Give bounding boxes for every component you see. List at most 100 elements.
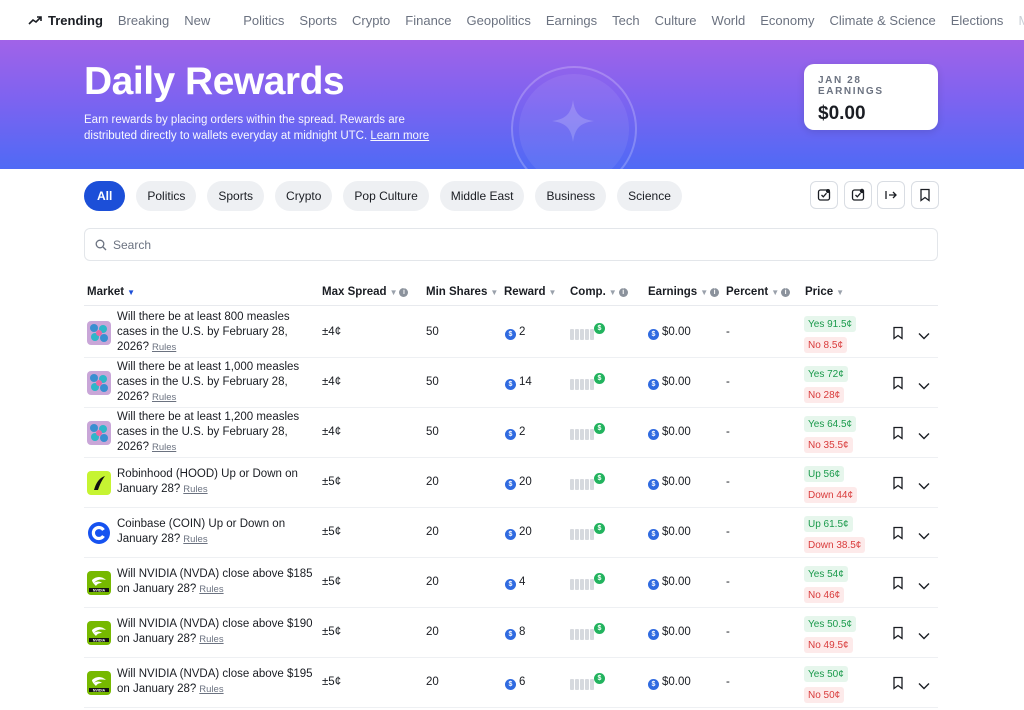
nav-elections[interactable]: Elections xyxy=(951,13,1004,28)
market-title[interactable]: Robinhood (HOOD) Up or Down on January 2… xyxy=(117,467,317,497)
price-yes-button[interactable]: Yes 91.5¢ xyxy=(804,316,857,332)
price-yes-button[interactable]: Yes 50¢ xyxy=(804,666,848,682)
nav-world[interactable]: World xyxy=(712,13,746,28)
table-row[interactable]: NVIDIA Will NVIDIA (NVDA) close above $19… xyxy=(84,608,938,658)
market-title[interactable]: Will there be at least 1,000 measles cas… xyxy=(117,360,317,405)
market-title[interactable]: Will NVIDIA (NVDA) close above $185 on J… xyxy=(117,567,317,597)
nav-more[interactable]: Mo xyxy=(1018,13,1024,28)
filter-politics[interactable]: Politics xyxy=(136,181,197,211)
bookmark-icon[interactable] xyxy=(892,426,904,445)
table-row[interactable]: Will there be at least 1,000 measles cas… xyxy=(84,358,938,408)
rules-link[interactable]: Rules xyxy=(183,534,207,545)
price-yes-button[interactable]: Yes 72¢ xyxy=(804,366,848,382)
bookmark-icon[interactable] xyxy=(892,626,904,645)
price-yes-button[interactable]: Yes 54¢ xyxy=(804,566,848,582)
price-yes-button[interactable]: Yes 64.5¢ xyxy=(804,416,857,432)
chevron-down-icon[interactable] xyxy=(918,677,930,695)
price-no-button[interactable]: Down 44¢ xyxy=(804,487,858,503)
filter-middle-east[interactable]: Middle East xyxy=(439,181,525,211)
chevron-down-icon[interactable] xyxy=(918,427,930,445)
nav-sports[interactable]: Sports xyxy=(299,13,337,28)
header-reward[interactable]: Reward ▼ xyxy=(504,286,556,298)
nav-crypto[interactable]: Crypto xyxy=(352,13,390,28)
header-comp[interactable]: Comp. ▼ i xyxy=(570,286,628,298)
filter-crypto[interactable]: Crypto xyxy=(275,181,333,211)
table-row[interactable]: Will there be at least 800 measles cases… xyxy=(84,308,938,358)
nav-economy[interactable]: Economy xyxy=(760,13,814,28)
bookmark-icon[interactable] xyxy=(892,376,904,395)
header-min-shares[interactable]: Min Shares ▼ xyxy=(426,286,498,298)
bookmark-icon[interactable] xyxy=(892,526,904,545)
price-yes-button[interactable]: Up 61.5¢ xyxy=(804,516,853,532)
header-market[interactable]: Market ▼ xyxy=(87,286,135,298)
filter-science[interactable]: Science xyxy=(617,181,682,211)
nav-politics[interactable]: Politics xyxy=(243,13,284,28)
rules-link[interactable]: Rules xyxy=(199,634,223,645)
bookmark-icon[interactable] xyxy=(892,676,904,695)
filter-pop-culture[interactable]: Pop Culture xyxy=(343,181,429,211)
rules-link[interactable]: Rules xyxy=(199,584,223,595)
table-row[interactable]: Robinhood (HOOD) Up or Down on January 2… xyxy=(84,458,938,508)
market-title[interactable]: Will NVIDIA (NVDA) close above $190 on J… xyxy=(117,617,317,647)
nav-geopolitics[interactable]: Geopolitics xyxy=(467,13,531,28)
header-price[interactable]: Price ▼ xyxy=(805,286,844,298)
price-no-button[interactable]: No 28¢ xyxy=(804,387,845,403)
nav-finance[interactable]: Finance xyxy=(405,13,451,28)
nvidia-icon[interactable]: NVIDIA xyxy=(87,671,111,695)
robinhood-icon[interactable] xyxy=(87,471,111,495)
header-percent[interactable]: Percent ▼ i xyxy=(726,286,791,298)
bookmark-icon[interactable] xyxy=(892,326,904,345)
rules-link[interactable]: Rules xyxy=(152,342,176,353)
market-title[interactable]: Will there be at least 1,200 measles cas… xyxy=(117,410,317,455)
rules-link[interactable]: Rules xyxy=(183,484,207,495)
rules-link[interactable]: Rules xyxy=(152,442,176,453)
price-no-button[interactable]: No 50¢ xyxy=(804,687,845,703)
table-row[interactable]: Coinbase (COIN) Up or Down on January 28… xyxy=(84,508,938,558)
market-title[interactable]: Will NVIDIA (NVDA) close above $195 on J… xyxy=(117,667,317,697)
price-no-button[interactable]: No 35.5¢ xyxy=(804,437,853,453)
search-bar[interactable]: Search xyxy=(84,228,938,261)
chevron-down-icon[interactable] xyxy=(918,627,930,645)
rules-link[interactable]: Rules xyxy=(152,392,176,403)
info-icon[interactable]: i xyxy=(710,287,720,297)
price-yes-button[interactable]: Up 56¢ xyxy=(804,466,845,482)
header-earnings[interactable]: Earnings ▼ i xyxy=(648,286,720,298)
table-row[interactable]: Will there be at least 1,200 measles cas… xyxy=(84,408,938,458)
chevron-down-icon[interactable] xyxy=(918,377,930,395)
export-button[interactable] xyxy=(877,181,905,209)
chevron-down-icon[interactable] xyxy=(918,477,930,495)
info-icon[interactable]: i xyxy=(781,287,791,297)
price-no-button[interactable]: No 49.5¢ xyxy=(804,637,853,653)
market-title[interactable]: Will there be at least 800 measles cases… xyxy=(117,310,317,355)
search-input[interactable]: Search xyxy=(113,238,151,252)
nav-breaking[interactable]: Breaking xyxy=(118,13,169,28)
price-no-button[interactable]: No 46¢ xyxy=(804,587,845,603)
learn-more-link[interactable]: Learn more xyxy=(370,130,429,142)
nvidia-icon[interactable]: NVIDIA xyxy=(87,621,111,645)
price-no-button[interactable]: Down 38.5¢ xyxy=(804,537,866,553)
info-icon[interactable]: i xyxy=(618,287,628,297)
rules-link[interactable]: Rules xyxy=(199,684,223,695)
measles-icon[interactable] xyxy=(87,321,111,345)
table-row[interactable]: NVIDIA Will NVIDIA (NVDA) close above $19… xyxy=(84,658,938,708)
price-no-button[interactable]: No 8.5¢ xyxy=(804,337,848,353)
my-rewards-button[interactable] xyxy=(810,181,838,209)
nav-tech[interactable]: Tech xyxy=(612,13,639,28)
nav-new[interactable]: New xyxy=(184,13,210,28)
measles-icon[interactable] xyxy=(87,421,111,445)
nav-earnings[interactable]: Earnings xyxy=(546,13,597,28)
chevron-down-icon[interactable] xyxy=(918,327,930,345)
header-max-spread[interactable]: Max Spread ▼ i xyxy=(322,286,409,298)
table-row[interactable]: NVIDIA Will NVIDIA (NVDA) close above $18… xyxy=(84,558,938,608)
bookmark-icon[interactable] xyxy=(892,476,904,495)
chevron-down-icon[interactable] xyxy=(918,527,930,545)
chevron-down-icon[interactable] xyxy=(918,577,930,595)
info-icon[interactable]: i xyxy=(399,287,409,297)
nav-climate-science[interactable]: Climate & Science xyxy=(829,13,935,28)
filter-business[interactable]: Business xyxy=(535,181,607,211)
nav-culture[interactable]: Culture xyxy=(655,13,697,28)
coinbase-icon[interactable] xyxy=(87,521,111,545)
filter-sports[interactable]: Sports xyxy=(207,181,265,211)
measles-icon[interactable] xyxy=(87,371,111,395)
saved-button[interactable] xyxy=(910,181,939,209)
